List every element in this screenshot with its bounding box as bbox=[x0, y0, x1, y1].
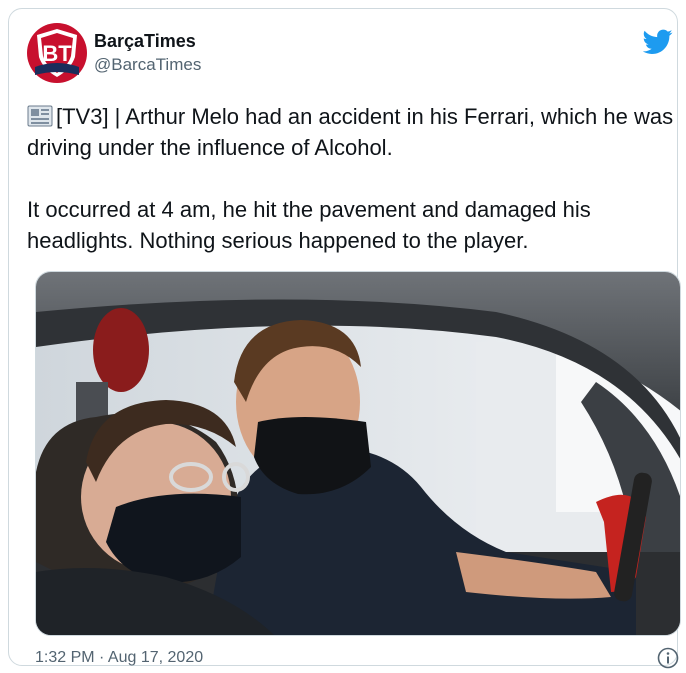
tweet-timestamp[interactable]: 1:32 PM · Aug 17, 2020 bbox=[35, 649, 203, 667]
tweet-photo[interactable] bbox=[35, 271, 681, 636]
account-handle[interactable]: @BarcaTimes bbox=[94, 55, 201, 75]
svg-text:BT: BT bbox=[42, 41, 72, 66]
tweet-text: [TV3] | Arthur Melo had an accident in h… bbox=[27, 101, 677, 256]
account-display-name[interactable]: BarçaTimes bbox=[94, 31, 196, 52]
tweet-paragraph-1-text: [TV3] | Arthur Melo had an accident in h… bbox=[27, 104, 674, 160]
newspaper-icon bbox=[27, 105, 53, 127]
tweet-paragraph-2: It occurred at 4 am, he hit the pavement… bbox=[27, 197, 591, 253]
photo-two-masked-men-in-car bbox=[36, 272, 680, 635]
info-icon[interactable] bbox=[657, 647, 679, 669]
barcatimes-logo-avatar[interactable]: BT bbox=[27, 23, 87, 83]
tweet-card[interactable]: BT BarçaTimes @BarcaTimes [TV3] | Arthur… bbox=[8, 8, 681, 669]
tweet-paragraph-1: [TV3] | Arthur Melo had an accident in h… bbox=[27, 101, 677, 163]
twitter-bird-icon[interactable] bbox=[643, 29, 673, 55]
